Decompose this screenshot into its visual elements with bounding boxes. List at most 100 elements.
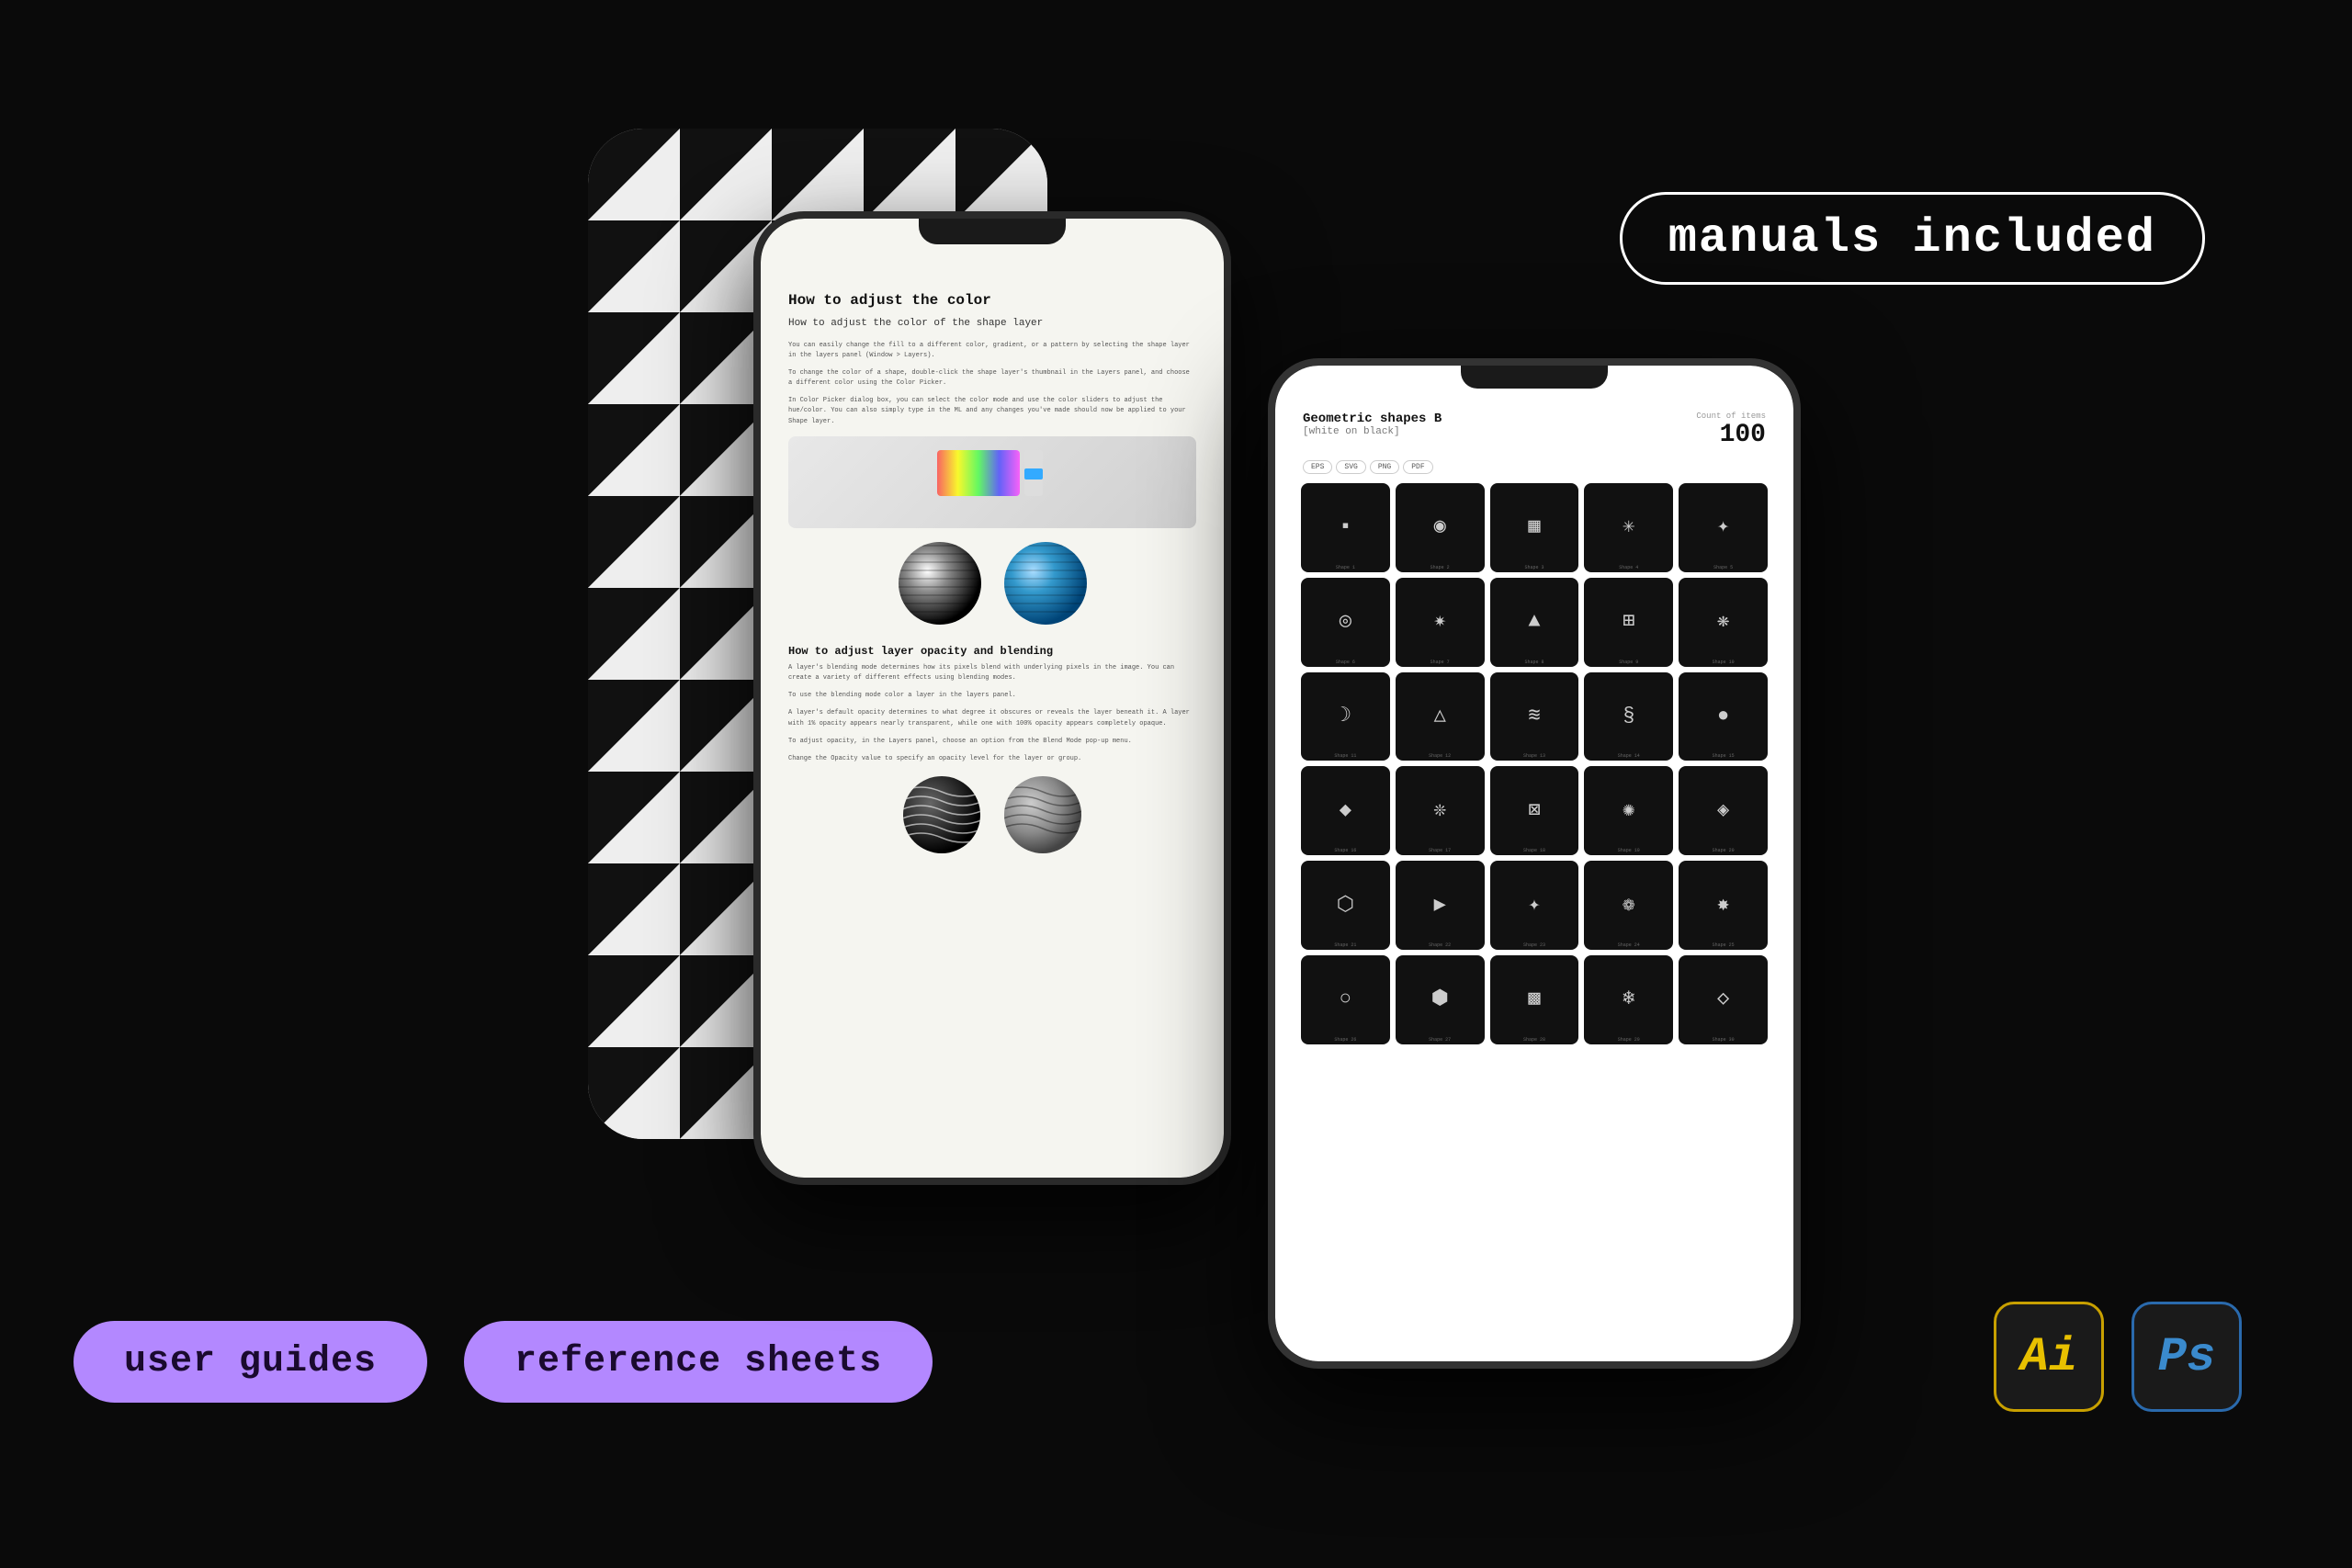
shape-cell-19: ✺ Shape 19 <box>1584 766 1673 855</box>
shape-label-20: Shape 20 <box>1713 848 1735 853</box>
shape-label-25: Shape 25 <box>1713 942 1735 948</box>
shape-cell-27: ⬢ Shape 27 <box>1396 955 1485 1044</box>
shape-symbol-7: ✷ <box>1434 612 1446 632</box>
phone-right: Geometric shapes B [white on black] Coun… <box>1268 358 1801 1369</box>
shape-symbol-15: ● <box>1717 706 1729 727</box>
shape-label-9: Shape 9 <box>1619 660 1638 665</box>
shape-label-19: Shape 19 <box>1618 848 1640 853</box>
shape-label-10: Shape 10 <box>1713 660 1735 665</box>
shape-cell-12: △Shape 12 <box>1396 672 1485 761</box>
shape-label-29: Shape 29 <box>1618 1037 1640 1043</box>
format-pdf: PDF <box>1403 460 1432 474</box>
shape-symbol-26: ○ <box>1340 989 1351 1010</box>
shapes-header: Geometric shapes B [white on black] Coun… <box>1298 412 1770 449</box>
bottom-sphere-gray-svg <box>1001 773 1084 856</box>
shape-symbol-21: ⬡ <box>1337 896 1354 916</box>
shape-cell-1: ▪Shape 1 <box>1301 483 1390 572</box>
phone-notch-middle <box>919 219 1066 244</box>
manual-main-title: How to adjust the color <box>788 292 1196 309</box>
shapes-count-block: Count of items 100 <box>1696 412 1766 449</box>
color-picker-svg <box>937 450 1047 514</box>
shape-cell-18: ⊠Shape 18 <box>1490 766 1579 855</box>
shape-symbol-18: ⊠ <box>1528 801 1540 821</box>
shapes-grid: ▪Shape 1◉Shape 2▦Shape 3✳Shape 4✦Shape 5… <box>1298 483 1770 1044</box>
shape-label-24: Shape 24 <box>1618 942 1640 948</box>
format-svg: SVG <box>1336 460 1365 474</box>
format-pills: EPS SVG PNG PDF <box>1298 460 1770 474</box>
shape-cell-29: ❄Shape 29 <box>1584 955 1673 1044</box>
shape-label-11: Shape 11 <box>1334 753 1356 759</box>
shape-label-2: Shape 2 <box>1430 565 1450 570</box>
count-value: 100 <box>1696 421 1766 449</box>
sphere-bw <box>894 537 986 634</box>
shape-label-14: Shape 14 <box>1618 753 1640 759</box>
phone-middle-screen: How to adjust the color How to adjust th… <box>761 219 1224 1178</box>
shape-cell-4: ✳ Shape 4 <box>1584 483 1673 572</box>
shape-label-30: Shape 30 <box>1713 1037 1735 1043</box>
shape-symbol-30: ◇ <box>1717 989 1729 1010</box>
shapes-subtitle: [white on black] <box>1303 426 1442 437</box>
shape-symbol-2: ◉ <box>1434 517 1446 537</box>
shape-label-7: Shape 7 <box>1430 660 1450 665</box>
illustrator-icon: Ai <box>1994 1302 2104 1412</box>
shape-symbol-8: ▲ <box>1528 612 1540 632</box>
shape-label-12: Shape 12 <box>1429 753 1451 759</box>
manual-body3: In Color Picker dialog box, you can sele… <box>788 396 1196 427</box>
format-eps: EPS <box>1303 460 1332 474</box>
shape-label-17: Shape 17 <box>1429 848 1451 853</box>
shape-symbol-28: ▩ <box>1528 989 1540 1010</box>
shape-cell-7: ✷ Shape 7 <box>1396 578 1485 667</box>
sphere-bw-svg <box>894 537 986 629</box>
shape-cell-21: ⬡Shape 21 <box>1301 861 1390 950</box>
shape-cell-9: ⊞ Shape 9 <box>1584 578 1673 667</box>
shape-label-15: Shape 15 <box>1713 753 1735 759</box>
shape-cell-17: ❊ Shape 17 <box>1396 766 1485 855</box>
manual-body8: Change the Opacity value to specify an o… <box>788 754 1196 764</box>
shape-symbol-6: ◎ <box>1340 612 1351 632</box>
shape-cell-3: ▦Shape 3 <box>1490 483 1579 572</box>
shape-cell-15: ● Shape 15 <box>1679 672 1768 761</box>
shape-symbol-20: ◈ <box>1717 801 1729 821</box>
shape-symbol-23: ✦ <box>1528 896 1540 916</box>
shape-cell-22: ▶Shape 22 <box>1396 861 1485 950</box>
shape-symbol-16: ◆ <box>1340 801 1351 821</box>
shape-label-23: Shape 23 <box>1523 942 1545 948</box>
manual-body2: To change the color of a shape, double-c… <box>788 368 1196 389</box>
shape-label-22: Shape 22 <box>1429 942 1451 948</box>
color-picker-image <box>788 436 1196 528</box>
shape-cell-25: ✸Shape 25 <box>1679 861 1768 950</box>
shape-symbol-9: ⊞ <box>1623 612 1634 632</box>
shape-label-28: Shape 28 <box>1523 1037 1545 1043</box>
shape-symbol-24: ❁ <box>1623 896 1634 916</box>
shape-label-26: Shape 26 <box>1334 1037 1356 1043</box>
app-icons-container: Ai Ps <box>1994 1302 2242 1412</box>
bottom-spheres <box>788 773 1196 856</box>
shape-label-16: Shape 16 <box>1334 848 1356 853</box>
phone-middle: How to adjust the color How to adjust th… <box>753 211 1231 1185</box>
count-label: Count of items <box>1696 412 1766 421</box>
shape-label-6: Shape 6 <box>1336 660 1355 665</box>
shape-symbol-4: ✳ <box>1623 517 1634 537</box>
shape-cell-20: ◈ Shape 20 <box>1679 766 1768 855</box>
shape-label-4: Shape 4 <box>1619 565 1638 570</box>
shape-symbol-13: ≋ <box>1528 706 1540 727</box>
manual-body7: To adjust opacity, in the Layers panel, … <box>788 737 1196 747</box>
shape-symbol-27: ⬢ <box>1431 989 1449 1010</box>
shape-cell-14: §Shape 14 <box>1584 672 1673 761</box>
phone-notch-right <box>1461 366 1608 389</box>
shape-label-27: Shape 27 <box>1429 1037 1451 1043</box>
shape-symbol-5: ✦ <box>1717 517 1729 537</box>
manual-body5: To use the blending mode color a layer i… <box>788 691 1196 701</box>
shape-label-13: Shape 13 <box>1523 753 1545 759</box>
shape-symbol-19: ✺ <box>1623 801 1634 821</box>
shape-cell-26: ○ Shape 26 <box>1301 955 1390 1044</box>
shape-symbol-11: ☽ <box>1340 706 1351 727</box>
shapes-title-block: Geometric shapes B [white on black] <box>1303 412 1442 437</box>
spheres-section <box>788 537 1196 634</box>
shape-cell-24: ❁ Shape 24 <box>1584 861 1673 950</box>
shape-label-3: Shape 3 <box>1524 565 1544 570</box>
user-guides-badge: user guides <box>74 1321 427 1403</box>
shape-symbol-17: ❊ <box>1434 801 1446 821</box>
shape-cell-6: ◎ Shape 6 <box>1301 578 1390 667</box>
shape-cell-23: ✦ Shape 23 <box>1490 861 1579 950</box>
